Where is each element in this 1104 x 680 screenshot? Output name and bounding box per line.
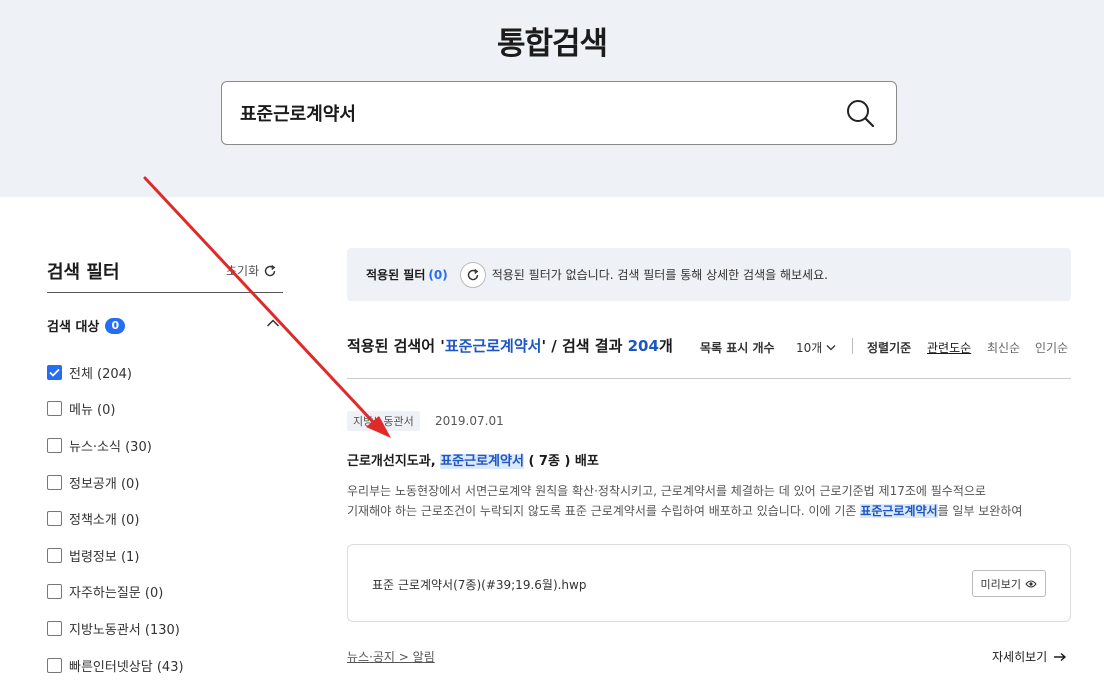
list-count-label: 목록 표시 개수	[700, 341, 775, 355]
sort-relevance[interactable]: 관련도순	[927, 339, 971, 356]
checkbox-label: 메뉴 (0)	[69, 403, 116, 419]
result-title-text-after: ( 7종 ) 배포	[523, 454, 599, 469]
divider	[852, 338, 853, 354]
filter-divider	[47, 292, 283, 293]
category-checkbox-item[interactable]: 정책소개 (0)	[47, 500, 184, 537]
category-checkbox-item[interactable]: 메뉴 (0)	[47, 391, 184, 428]
checkbox-label: 정보공개 (0)	[69, 476, 140, 492]
checkbox-label: 빠른인터넷상담 (43)	[69, 659, 184, 675]
applied-filter-label: 적용된 필터	[366, 268, 426, 282]
view-more-link[interactable]: 자세히보기	[992, 648, 1067, 665]
view-more-label: 자세히보기	[992, 650, 1048, 664]
category-checkbox-item[interactable]: 법령정보 (1)	[47, 537, 184, 574]
preview-label: 미리보기	[980, 577, 1021, 591]
checkbox-label: 전체 (204)	[69, 366, 133, 382]
checkbox[interactable]	[47, 584, 62, 600]
result-title-highlight: 표준근로계약서	[440, 454, 524, 469]
result-count: 204	[627, 337, 659, 355]
description-line-1: 우리부는 노동현장에서 서면근로계약 원칙을 확산·정착시키고, 근로계약서를 …	[347, 484, 986, 498]
category-badge: 0	[105, 317, 126, 334]
checkbox-label: 뉴스·소식 (30)	[69, 439, 152, 455]
refresh-icon	[467, 268, 479, 280]
refresh-icon	[264, 264, 276, 276]
search-icon	[847, 100, 875, 128]
description-text-after: 를 일부 보완하여	[937, 504, 1023, 518]
applied-filter-refresh-button[interactable]	[459, 261, 486, 288]
per-page-select[interactable]: 10개	[796, 339, 836, 356]
applied-filter-message: 적용된 필터가 없습니다. 검색 필터를 통해 상세한 검색을 해보세요.	[491, 268, 828, 282]
checkbox[interactable]	[47, 547, 62, 563]
result-keyword: 표준근로계약서	[444, 337, 542, 355]
applied-filter-bar: 적용된 필터 (0) 적용된 필터가 없습니다. 검색 필터를 통해 상세한 검…	[347, 248, 1071, 301]
description-highlight: 표준근로계약서	[860, 504, 938, 518]
result-date: 2019.07.01	[435, 414, 504, 428]
search-button[interactable]	[844, 97, 878, 131]
result-summary: 적용된 검색어 '표준근로계약서' / 검색 결과 204개	[347, 335, 673, 356]
checkbox[interactable]	[47, 474, 62, 490]
search-input[interactable]	[240, 98, 830, 128]
checkbox[interactable]	[47, 620, 62, 636]
sort-latest[interactable]: 최신순	[987, 339, 1020, 356]
attachment-box: 표준 근로계약서(7종)(#39;19.6월).hwp 미리보기	[347, 544, 1071, 622]
result-prefix: 적용된 검색어 '	[347, 337, 445, 355]
attachment-filename[interactable]: 표준 근로계약서(7종)(#39;19.6월).hwp	[372, 576, 586, 593]
checkbox-label: 법령정보 (1)	[69, 549, 140, 565]
category-checkbox-item[interactable]: 지방노동관서 (130)	[47, 610, 184, 647]
sort-label: 정렬기준	[867, 341, 912, 355]
applied-filter-count: (0)	[428, 267, 448, 282]
chevron-down-icon	[826, 345, 836, 351]
eye-icon	[1025, 580, 1037, 587]
arrow-right-icon	[1054, 652, 1067, 661]
preview-button[interactable]: 미리보기	[971, 570, 1046, 597]
checkbox-label: 자주하는질문 (0)	[69, 586, 164, 602]
chevron-up-icon[interactable]	[266, 318, 280, 328]
checkbox[interactable]	[47, 437, 62, 453]
sort-popular[interactable]: 인기순	[1035, 339, 1068, 356]
checkbox-label: 지방노동관서 (130)	[69, 622, 180, 638]
reset-button[interactable]: 초기화	[226, 262, 277, 279]
result-suffix: 개	[658, 337, 673, 355]
category-checkbox-item[interactable]: 뉴스·소식 (30)	[47, 427, 184, 464]
page-title: 통합검색	[496, 26, 608, 62]
per-page-value: 10개	[796, 341, 823, 355]
result-title-link[interactable]: 근로개선지도과, 표준근로계약서 ( 7종 ) 배포	[347, 450, 599, 469]
checkbox[interactable]	[47, 511, 62, 527]
result-divider	[347, 378, 1071, 379]
checkbox[interactable]	[47, 364, 62, 380]
description-line-2: 기재해야 하는 근로조건이 누락되지 않도록 표준 근로계약서를 수립하여 배포…	[347, 501, 1071, 521]
category-checkbox-item[interactable]: 전체 (204)	[47, 354, 184, 391]
category-header: 검색 대상 0	[47, 316, 126, 335]
checkmark-icon	[49, 368, 60, 377]
reset-label: 초기화	[226, 264, 260, 278]
result-category-tag: 지방노동관서	[347, 411, 420, 431]
breadcrumb-link[interactable]: 뉴스·공지 > 알림	[347, 648, 435, 665]
checkbox[interactable]	[47, 657, 62, 673]
result-title-text: 근로개선지도과,	[347, 454, 441, 469]
search-box	[221, 81, 897, 145]
checkbox-label: 정책소개 (0)	[69, 513, 140, 529]
result-description: 우리부는 노동현장에서 서면근로계약 원칙을 확산·정착시키고, 근로계약서를 …	[347, 481, 1071, 521]
description-text: 기재해야 하는 근로조건이 누락되지 않도록 표준 근로계약서를 수립하여 배포…	[347, 504, 861, 518]
category-checkbox-item[interactable]: 빠른인터넷상담 (43)	[47, 647, 184, 680]
result-middle: ' / 검색 결과	[541, 337, 628, 355]
category-checkbox-item[interactable]: 정보공개 (0)	[47, 464, 184, 501]
filter-title: 검색 필터	[47, 262, 120, 283]
category-title: 검색 대상	[47, 320, 100, 335]
category-checkbox-item[interactable]: 자주하는질문 (0)	[47, 574, 184, 611]
category-checkbox-list: 전체 (204) 메뉴 (0) 뉴스·소식 (30) 정보공개 (0) 정책소개 (0)…	[47, 354, 184, 680]
checkbox[interactable]	[47, 401, 62, 417]
